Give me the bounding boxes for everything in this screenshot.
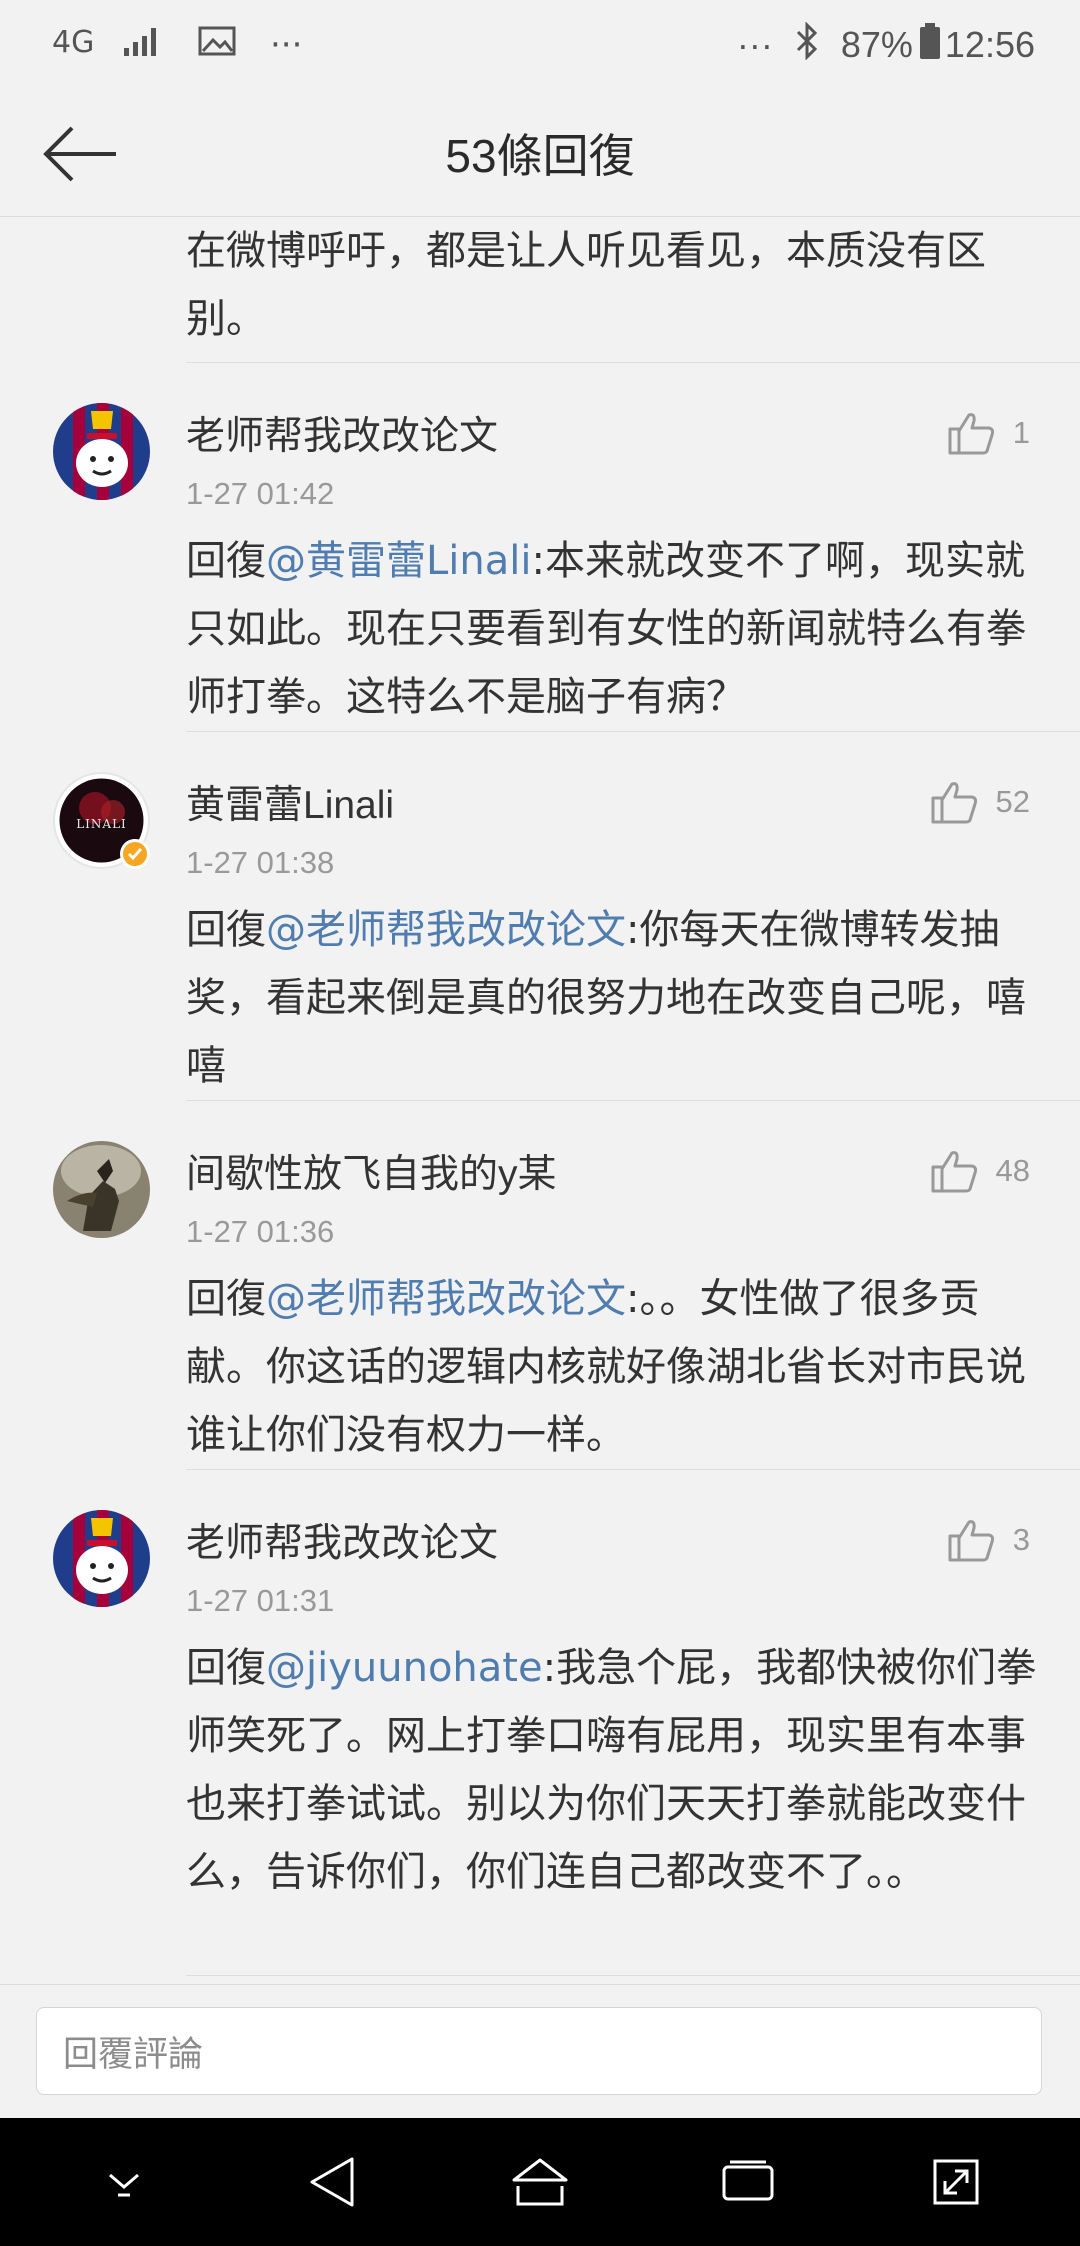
nav-expand-button[interactable]	[916, 2142, 996, 2222]
nav-home-button[interactable]	[500, 2142, 580, 2222]
username[interactable]: 老师帮我改改论文	[186, 405, 498, 461]
like-button[interactable]: 3	[947, 1518, 1030, 1562]
like-count: 1	[1012, 415, 1030, 450]
nav-recents-button[interactable]	[708, 2142, 788, 2222]
comment-body: 回復@老师帮我改改论文:。。女性做了很多贡献。你这话的逻辑内核就好像湖北省长对市…	[186, 1265, 1046, 1469]
avatar[interactable]	[53, 403, 150, 500]
verified-badge	[120, 839, 150, 869]
reply-prefix: 回復	[186, 538, 266, 584]
divider	[186, 1100, 1080, 1101]
battery-percent: 87%	[840, 24, 913, 65]
reply-prefix: 回復	[186, 907, 266, 953]
thumbs-up-icon	[948, 1520, 994, 1562]
expand-icon	[933, 2159, 979, 2205]
previous-comment-text: 在微博呼吁，都是让人听见看见，本质没有区别。	[186, 228, 986, 342]
username[interactable]: 间歇性放飞自我的y某	[186, 1143, 557, 1199]
comment-body: 回復@jiyuunohate:我急个屁，我都快被你们拳师笑死了。网上打拳口嗨有屁…	[186, 1634, 1046, 1906]
header-bar: 53條回復	[0, 90, 1080, 217]
comment-body: 回復@老师帮我改改论文:你每天在微博转发抽奖，看起来倒是真的很努力地在改变自己呢…	[186, 896, 1046, 1100]
mention-link[interactable]: @jiyuunohate	[266, 1645, 543, 1691]
reply-prefix: 回復	[186, 1645, 266, 1691]
nav-back-button[interactable]	[292, 2142, 372, 2222]
thumbs-up-icon	[931, 782, 977, 824]
recents-icon	[722, 2160, 774, 2201]
back-triangle-icon	[310, 2157, 354, 2207]
home-icon	[512, 2158, 568, 2206]
mention-link[interactable]: @老师帮我改改论文	[266, 907, 626, 953]
divider	[186, 1469, 1080, 1470]
hide-keyboard-icon	[109, 2173, 139, 2197]
avatar[interactable]	[53, 1510, 150, 1607]
avatar[interactable]	[53, 1141, 150, 1238]
divider	[186, 362, 1080, 363]
timestamp: 1-27 01:36	[186, 1214, 335, 1249]
username[interactable]: 黄雷蕾Linali	[186, 774, 394, 830]
divider	[186, 731, 1080, 732]
like-button[interactable]: 1	[947, 411, 1030, 455]
avatar-text: LINALI	[76, 817, 127, 831]
timestamp: 1-27 01:38	[186, 845, 335, 880]
comment-body: 回復@黄雷蕾Linali:本来就改变不了啊，现实就只如此。现在只要看到有女性的新…	[186, 527, 1046, 731]
bluetooth-icon	[795, 20, 819, 69]
check-icon	[127, 848, 143, 861]
timestamp: 1-27 01:42	[186, 476, 335, 511]
hide-keyboard-button[interactable]	[84, 2142, 164, 2222]
status-bar: 4G ··· ··· 87% 12:56	[0, 0, 1080, 90]
reply-bar: 回覆評論	[0, 1984, 1080, 2118]
status-more-icon: ···	[736, 24, 773, 65]
divider	[186, 1975, 1080, 1976]
ellipsis-icon: ···	[270, 25, 303, 65]
thumbs-up-icon	[931, 1151, 977, 1193]
network-type-indicator: 4G	[52, 25, 95, 60]
like-count: 3	[1012, 1522, 1030, 1557]
thumbs-up-icon	[948, 413, 994, 455]
image-icon	[198, 25, 236, 66]
page-title: 53條回復	[445, 130, 635, 182]
username[interactable]: 老师帮我改改论文	[186, 1512, 498, 1568]
reply-prefix: 回復	[186, 1276, 266, 1322]
like-count: 52	[995, 784, 1030, 819]
like-button[interactable]: 52	[930, 780, 1030, 824]
mention-link[interactable]: @老师帮我改改论文	[266, 1276, 626, 1322]
mention-link[interactable]: @黄雷蕾Linali	[266, 538, 532, 584]
like-count: 48	[995, 1153, 1030, 1188]
reply-input[interactable]: 回覆評論	[36, 2007, 1042, 2095]
battery-icon	[919, 22, 941, 69]
timestamp: 1-27 01:31	[186, 1583, 335, 1618]
like-button[interactable]: 48	[930, 1149, 1030, 1193]
system-nav-bar	[0, 2118, 1080, 2246]
clock-time: 12:56	[944, 24, 1035, 65]
comment-list[interactable]: 在微博呼吁，都是让人听见看见，本质没有区别。 老师帮我改改论文 1-27 01:…	[0, 217, 1080, 1984]
signal-bars-icon	[122, 24, 164, 67]
